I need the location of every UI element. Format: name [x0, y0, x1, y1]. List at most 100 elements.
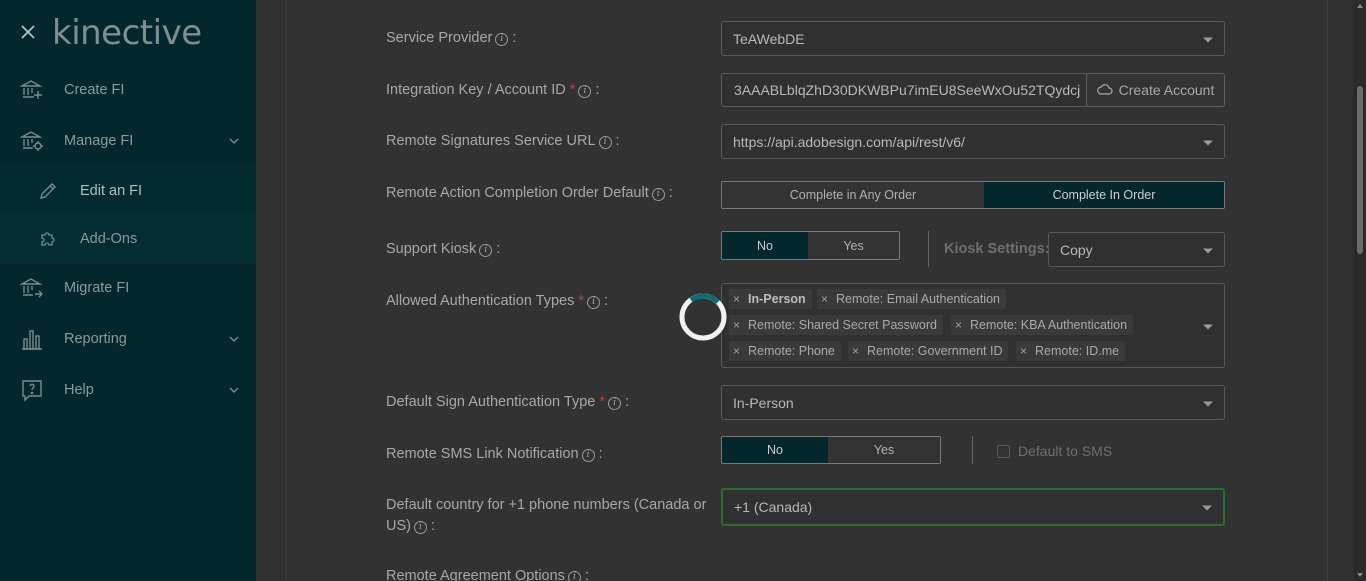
remote-signatures-url-value: https://api.adobesign.com/api/rest/v6/: [733, 133, 965, 150]
sidebar-item-reporting[interactable]: Reporting: [0, 314, 256, 364]
sidebar-item-add-ons[interactable]: Add-Ons: [0, 214, 256, 264]
sidebar-header: kinective: [0, 0, 256, 66]
dropdown-caret-icon: [1203, 248, 1213, 253]
auth-tag-email: × Remote: Email Authentication: [817, 289, 1006, 309]
create-account-label: Create Account: [1118, 82, 1215, 98]
auth-tag-government-id: × Remote: Government ID: [848, 341, 1009, 361]
info-icon[interactable]: i: [598, 136, 612, 149]
puzzle-icon: [41, 232, 55, 246]
completion-order-toggle: Complete in Any Order Complete In Order: [721, 181, 1225, 209]
info-icon[interactable]: i: [651, 188, 665, 201]
sidebar-item-help[interactable]: Help: [0, 365, 256, 415]
sidebar-item-create-fi[interactable]: Create FI: [0, 65, 256, 115]
auth-tag-in-person: × In-Person: [729, 289, 812, 309]
default-to-sms-checkbox[interactable]: [997, 445, 1010, 458]
dropdown-caret-icon: [1203, 37, 1213, 42]
sidebar-item-label: Help: [64, 382, 94, 398]
default-sign-auth-label: Default Sign Authentication Type * i:: [386, 394, 630, 410]
sidebar-item-migrate-fi[interactable]: Migrate FI: [0, 263, 256, 313]
kiosk-settings-select[interactable]: Copy: [1048, 232, 1225, 267]
create-account-button[interactable]: Create Account: [1086, 73, 1225, 107]
default-sign-auth-value: In-Person: [733, 394, 794, 411]
info-icon[interactable]: i: [581, 449, 595, 462]
chevron-down-icon: [229, 387, 239, 393]
integration-key-input[interactable]: 3AAABLblqZhD30DKWBPu7imEU8SeeWxOu52TQydc…: [721, 73, 1087, 107]
kiosk-yes-option[interactable]: Yes: [808, 232, 899, 259]
info-icon[interactable]: i: [479, 244, 493, 257]
default-country-value: +1 (Canada): [734, 499, 813, 515]
auth-types-label: Allowed Authentication Types * i:: [386, 293, 609, 309]
info-icon[interactable]: i: [587, 296, 601, 309]
info-icon[interactable]: i: [578, 85, 592, 98]
info-icon[interactable]: i: [495, 33, 509, 46]
service-provider-select[interactable]: TeAWebDE: [721, 21, 1225, 56]
sidebar: kinective Create FI Manage FI Edit an FI…: [0, 0, 256, 581]
default-country-label: Default country for +1 phone numbers (Ca…: [386, 497, 707, 513]
info-icon[interactable]: i: [608, 397, 622, 410]
sidebar-item-label: Manage FI: [64, 133, 134, 149]
bank-arrow-icon: [20, 278, 43, 298]
remove-tag-icon[interactable]: ×: [733, 292, 740, 306]
completion-order-label: Remote Action Completion Order Default i:: [386, 185, 673, 201]
chevron-down-icon: [229, 336, 239, 342]
sidebar-item-edit-fi[interactable]: Edit an FI: [0, 166, 256, 216]
scroll-up-icon[interactable]: [1357, 4, 1363, 8]
auth-tag-phone: × Remote: Phone: [729, 341, 841, 361]
default-sign-auth-select[interactable]: In-Person: [721, 385, 1225, 420]
service-provider-label: Service Provider i:: [386, 30, 517, 46]
remove-tag-icon[interactable]: ×: [852, 344, 859, 358]
kiosk-settings-value: Copy: [1060, 241, 1093, 258]
remove-tag-icon[interactable]: ×: [1020, 344, 1027, 358]
help-icon: [22, 380, 42, 402]
dropdown-caret-icon: [1202, 505, 1212, 511]
scrollbar-thumb[interactable]: [1357, 86, 1363, 254]
remove-tag-icon[interactable]: ×: [955, 318, 962, 332]
info-icon[interactable]: i: [413, 521, 427, 534]
remote-agreement-label: Remote Agreement Options i:: [386, 568, 589, 581]
cloud-icon: [1096, 84, 1113, 95]
auth-tag-kba: × Remote: KBA Authentication: [951, 315, 1134, 335]
sidebar-item-label: Reporting: [64, 331, 127, 347]
divider: [928, 231, 929, 267]
default-to-sms-label: Default to SMS: [1018, 443, 1113, 459]
integration-key-label: Integration Key / Account ID * i:: [386, 82, 600, 98]
sms-yes-option[interactable]: Yes: [828, 437, 940, 463]
support-kiosk-toggle: No Yes: [721, 231, 900, 260]
integration-key-value: 3AAABLblqZhD30DKWBPu7imEU8SeeWxOu52TQydc…: [734, 82, 1081, 98]
info-icon[interactable]: i: [567, 571, 581, 581]
sidebar-item-label: Create FI: [64, 82, 125, 98]
sidebar-item-label: Migrate FI: [64, 280, 130, 296]
sidebar-item-label: Add-Ons: [80, 231, 138, 247]
complete-in-order-option[interactable]: Complete In Order: [983, 182, 1224, 208]
sidebar-item-label: Edit an FI: [80, 183, 143, 199]
remove-tag-icon[interactable]: ×: [733, 344, 740, 358]
default-country-label-line2: US) i:: [386, 518, 436, 534]
service-provider-value: TeAWebDE: [733, 30, 805, 47]
kiosk-no-option[interactable]: No: [722, 232, 809, 259]
divider: [972, 436, 973, 464]
default-country-select[interactable]: +1 (Canada): [721, 488, 1225, 526]
kinective-logo[interactable]: kinective: [52, 13, 202, 53]
complete-any-order-option[interactable]: Complete in Any Order: [722, 182, 984, 208]
dropdown-caret-icon: [1203, 324, 1213, 329]
sms-no-option[interactable]: No: [722, 437, 829, 463]
dropdown-caret-icon: [1203, 140, 1213, 145]
support-kiosk-label: Support Kiosk i:: [386, 241, 501, 257]
remote-signatures-url-label: Remote Signatures Service URL i:: [386, 133, 620, 149]
remote-signatures-url-select[interactable]: https://api.adobesign.com/api/rest/v6/: [721, 124, 1225, 159]
sms-notification-label: Remote SMS Link Notification i:: [386, 446, 603, 462]
auth-tag-idme: × Remote: ID.me: [1016, 341, 1126, 361]
bar-chart-icon: [22, 330, 42, 350]
bank-gear-icon: [20, 131, 43, 151]
bank-plus-icon: [20, 80, 43, 99]
chevron-down-icon: [229, 138, 239, 144]
scrollbar[interactable]: [1354, 0, 1366, 581]
sms-notification-toggle: No Yes: [721, 436, 941, 464]
remove-tag-icon[interactable]: ×: [733, 318, 740, 332]
close-icon[interactable]: [19, 23, 37, 41]
remove-tag-icon[interactable]: ×: [821, 292, 828, 306]
scroll-down-icon[interactable]: [1357, 573, 1363, 577]
auth-tag-shared-secret: × Remote: Shared Secret Password: [729, 315, 943, 335]
sidebar-item-manage-fi[interactable]: Manage FI: [0, 116, 256, 166]
kiosk-settings-label: Kiosk Settings:: [944, 241, 1050, 257]
